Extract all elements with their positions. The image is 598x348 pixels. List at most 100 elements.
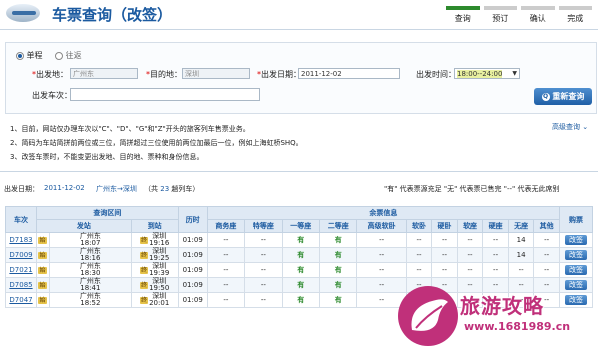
- step-bar: [558, 6, 592, 10]
- end-station-badge: 终: [140, 237, 149, 244]
- train-number-link[interactable]: D7183: [9, 236, 32, 244]
- step-bar: [521, 6, 555, 10]
- search-icon: Q: [541, 92, 550, 101]
- seat-availability: --: [431, 247, 458, 263]
- availability-legend: "有" 代表票源充足 "无" 代表票已售完 "--" 代表无此席别: [384, 185, 560, 193]
- header-divider: [0, 29, 598, 30]
- depart-time: 18:52: [80, 299, 101, 307]
- col-seat-type: 硬卧: [431, 219, 458, 233]
- duration-cell: 01:09: [177, 262, 208, 278]
- seat-availability: --: [356, 247, 407, 263]
- seat-availability: 有: [318, 277, 358, 293]
- train-number-input[interactable]: [70, 88, 260, 101]
- col-seat-type: 商务座: [206, 219, 246, 233]
- table-row: D7009 始广州东 18:16 终深圳 19:25 01:09 -- -- 有有 -- -- -- -…: [5, 247, 593, 263]
- to-field-label: *目的地：: [146, 70, 182, 79]
- one-way-label: 单程: [26, 51, 43, 60]
- date-field-label: *出发日期：: [257, 70, 301, 79]
- step-1: 预订: [482, 6, 520, 26]
- table-row: D7183 始广州东 18:07 终深圳 19:16 01:09 -- -- 有有 -- -- -- -…: [5, 232, 593, 248]
- end-station-badge: 终: [140, 252, 149, 259]
- start-station-badge: 始: [38, 296, 47, 304]
- from-station-input[interactable]: 广州东: [70, 68, 138, 79]
- advanced-query-link[interactable]: 高级查询 ⌄: [552, 122, 588, 132]
- end-station-badge: 终: [140, 282, 149, 289]
- seat-availability: --: [533, 247, 560, 263]
- time-select[interactable]: 18:00--24:00 ▼: [454, 68, 520, 79]
- train-field-label: 出发车次：: [32, 91, 72, 100]
- to-station-input[interactable]: 深圳: [182, 68, 250, 79]
- one-way-radio[interactable]: [16, 51, 24, 60]
- col-seat-type: 软座: [456, 219, 484, 233]
- search-form: 单程 往返 *出发地： 广州东 *目的地： 深圳 *出发日期： 2011-12-…: [5, 42, 597, 114]
- requery-button[interactable]: Q 重新查询: [534, 88, 592, 105]
- step-2: 确认: [519, 6, 557, 26]
- depart-time: 18:41: [80, 284, 101, 292]
- train-number-link[interactable]: D7085: [9, 281, 32, 289]
- step-0: 查询: [444, 6, 482, 26]
- arrive-time: 19:16: [149, 239, 170, 247]
- seat-availability: --: [456, 262, 484, 278]
- col-seat-type: 二等座: [318, 219, 358, 233]
- seat-availability: --: [405, 247, 433, 263]
- notice-list: 1、目前，网站仅办理车次以"C"、"D"、"G"和"Z"开头的旅客列车售票业务。…: [10, 122, 590, 164]
- duration-cell: 01:09: [177, 247, 208, 263]
- seat-availability: --: [482, 232, 509, 248]
- seat-availability: --: [456, 247, 484, 263]
- round-trip-radio[interactable]: [55, 51, 64, 60]
- seat-availability: 有: [318, 247, 358, 263]
- seat-availability: --: [533, 232, 560, 248]
- col-duration: 历时: [177, 206, 208, 233]
- seat-availability: --: [244, 232, 283, 248]
- progress-steps: 查询 预订 确认 完成: [444, 6, 594, 26]
- seat-availability: 有: [318, 262, 358, 278]
- notice-item: 3、改签车票时，不能变更出发地、目的地、票种和身份信息。: [10, 153, 204, 161]
- start-station-badge: 始: [38, 236, 47, 244]
- seat-availability: 有: [318, 292, 358, 308]
- seat-availability: --: [456, 232, 484, 248]
- depart-time: 18:07: [80, 239, 101, 247]
- change-ticket-button[interactable]: 改签: [565, 235, 587, 245]
- seat-availability: --: [356, 262, 407, 278]
- chevron-down-icon: ▼: [512, 70, 517, 77]
- col-depart: 发站: [36, 219, 132, 233]
- notice-item: 1、目前，网站仅办理车次以"C"、"D"、"G"和"Z"开头的旅客列车售票业务。: [10, 125, 250, 133]
- step-bar: [446, 6, 480, 10]
- seat-availability: --: [431, 262, 458, 278]
- railway-logo: [6, 4, 40, 22]
- section-divider: [0, 171, 598, 172]
- seat-availability: 有: [281, 262, 321, 278]
- watermark: 旅游攻略 www.1681989.cn: [398, 284, 598, 346]
- result-date-label: 出发日期：: [4, 185, 39, 193]
- start-station-badge: 始: [38, 251, 47, 259]
- table-row: D7021 始广州东 18:30 终深圳 19:39 01:09 -- -- 有有 -- -- -- -…: [5, 262, 593, 278]
- watermark-title: 旅游攻略: [460, 294, 544, 318]
- seat-availability: --: [482, 262, 509, 278]
- result-summary: 出发日期： 2011-12-02 广州东→深圳 （共 23 趟列车） "有" 代…: [0, 184, 598, 195]
- step-label: 确认: [529, 14, 546, 23]
- change-ticket-button[interactable]: 改签: [565, 250, 587, 260]
- change-ticket-button[interactable]: 改签: [565, 265, 587, 275]
- step-label: 完成: [567, 14, 584, 23]
- arrive-time: 19:50: [149, 284, 170, 292]
- date-input[interactable]: 2011-12-02: [298, 68, 400, 79]
- arrive-time: 19:39: [149, 269, 170, 277]
- train-number-link[interactable]: D7047: [9, 296, 32, 304]
- page-title: 车票查询（改签）: [52, 6, 173, 24]
- step-label: 查询: [454, 14, 471, 23]
- col-seat-type: 硬座: [482, 219, 509, 233]
- result-date: 2011-12-02: [44, 184, 85, 192]
- seat-availability: 有: [318, 232, 358, 248]
- train-number-link[interactable]: D7021: [9, 266, 32, 274]
- end-station-badge: 终: [140, 267, 149, 274]
- col-seat-type: 无座: [507, 219, 535, 233]
- seat-availability: --: [206, 247, 246, 263]
- seat-availability: --: [405, 262, 433, 278]
- seat-availability: --: [244, 292, 283, 308]
- col-seat-type: 其他: [533, 219, 560, 233]
- train-number-link[interactable]: D7009: [9, 251, 32, 259]
- col-section: 查询区间: [36, 206, 179, 220]
- col-seat-type: 特等座: [244, 219, 283, 233]
- from-field-label: *出发地：: [32, 70, 68, 79]
- col-seat-type: 高级软卧: [356, 219, 407, 233]
